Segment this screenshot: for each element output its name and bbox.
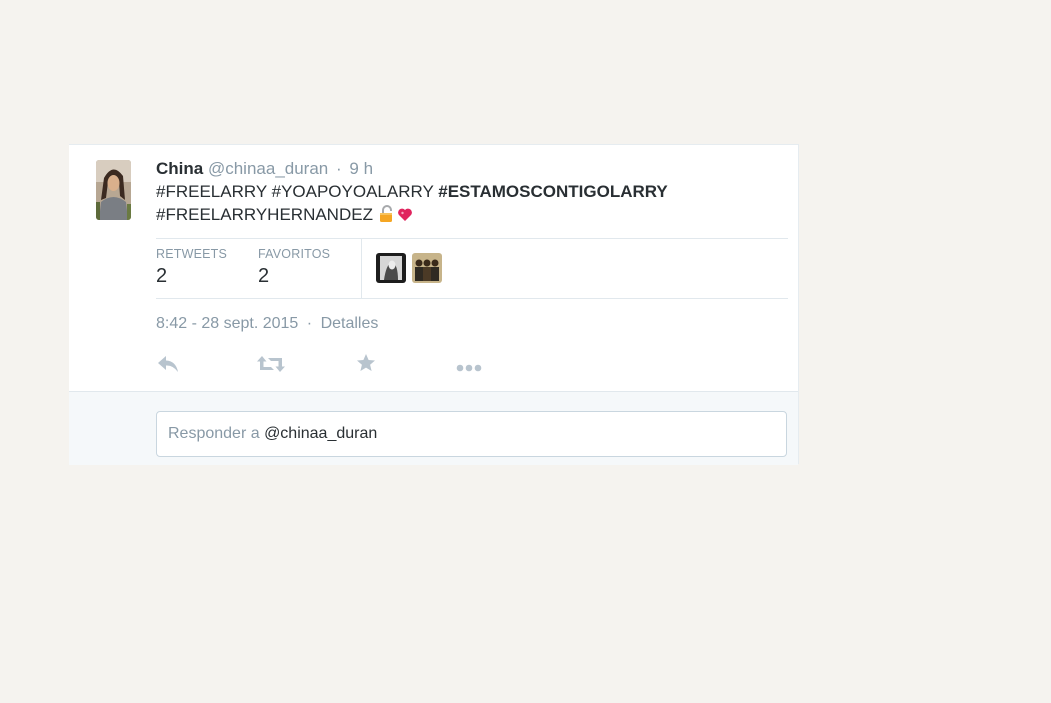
- favorites-label: FAVORITOS: [258, 247, 331, 261]
- tweet-timestamp[interactable]: 8:42 - 28 sept. 2015: [156, 315, 298, 332]
- favoriter-avatar-2[interactable]: [412, 253, 442, 283]
- reply-placeholder: Responder a: [168, 425, 265, 442]
- retweets-label: RETWEETS: [156, 247, 228, 261]
- hashtag-freelarryhernandez[interactable]: #FREELARRYHERNANDEZ: [156, 205, 373, 224]
- tweet-text-line-1: #FREELARRY #YOAPOYOALARRY #ESTAMOSCONTIG…: [156, 180, 776, 203]
- reply-mention: @chinaa_duran: [264, 425, 378, 442]
- tweet-stats: RETWEETS 2 FAVORITOS 2: [156, 238, 788, 299]
- header-separator: ·: [336, 159, 342, 178]
- favorites-count: 2: [258, 265, 270, 287]
- timestamp-separator: ·: [306, 315, 313, 332]
- more-dots-icon[interactable]: [456, 359, 482, 377]
- favoriter-avatars: [376, 253, 442, 283]
- heart-emoji: [397, 205, 413, 228]
- reply-area: Responder a @chinaa_duran: [69, 391, 798, 465]
- reply-icon[interactable]: [157, 355, 179, 378]
- tweet-timestamp-row: 8:42 - 28 sept. 2015 · Detalles: [156, 315, 378, 333]
- tweet-header: China @chinaa_duran · 9 h: [156, 158, 373, 180]
- favorites-stat[interactable]: FAVORITOS 2: [258, 247, 330, 288]
- hashtag-estamoscontigolarry[interactable]: #ESTAMOSCONTIGOLARRY: [438, 182, 668, 201]
- stats-divider: [361, 239, 362, 298]
- details-link[interactable]: Detalles: [321, 315, 379, 332]
- retweet-icon[interactable]: [257, 355, 285, 378]
- lock-open-emoji: [379, 205, 395, 228]
- tweet-relative-time[interactable]: 9 h: [349, 159, 373, 178]
- user-avatar[interactable]: [96, 160, 131, 220]
- retweets-count: 2: [156, 265, 168, 287]
- favoriter-avatar-1[interactable]: [376, 253, 406, 283]
- tweet-text-line-2: #FREELARRYHERNANDEZ: [156, 203, 776, 228]
- hashtag-freelarry[interactable]: #FREELARRY: [156, 182, 267, 201]
- tweet-card: China @chinaa_duran · 9 h #FREELARRY #YO…: [69, 144, 799, 465]
- reply-input[interactable]: Responder a @chinaa_duran: [156, 411, 787, 457]
- hashtag-yoapoyoalarry[interactable]: #YOAPOYOALARRY: [272, 182, 434, 201]
- retweets-stat[interactable]: RETWEETS 2: [156, 247, 227, 288]
- user-handle[interactable]: @chinaa_duran: [208, 159, 328, 178]
- favorite-star-icon[interactable]: [356, 353, 376, 378]
- user-fullname[interactable]: China: [156, 159, 203, 178]
- tweet-text: #FREELARRY #YOAPOYOALARRY #ESTAMOSCONTIG…: [156, 180, 776, 228]
